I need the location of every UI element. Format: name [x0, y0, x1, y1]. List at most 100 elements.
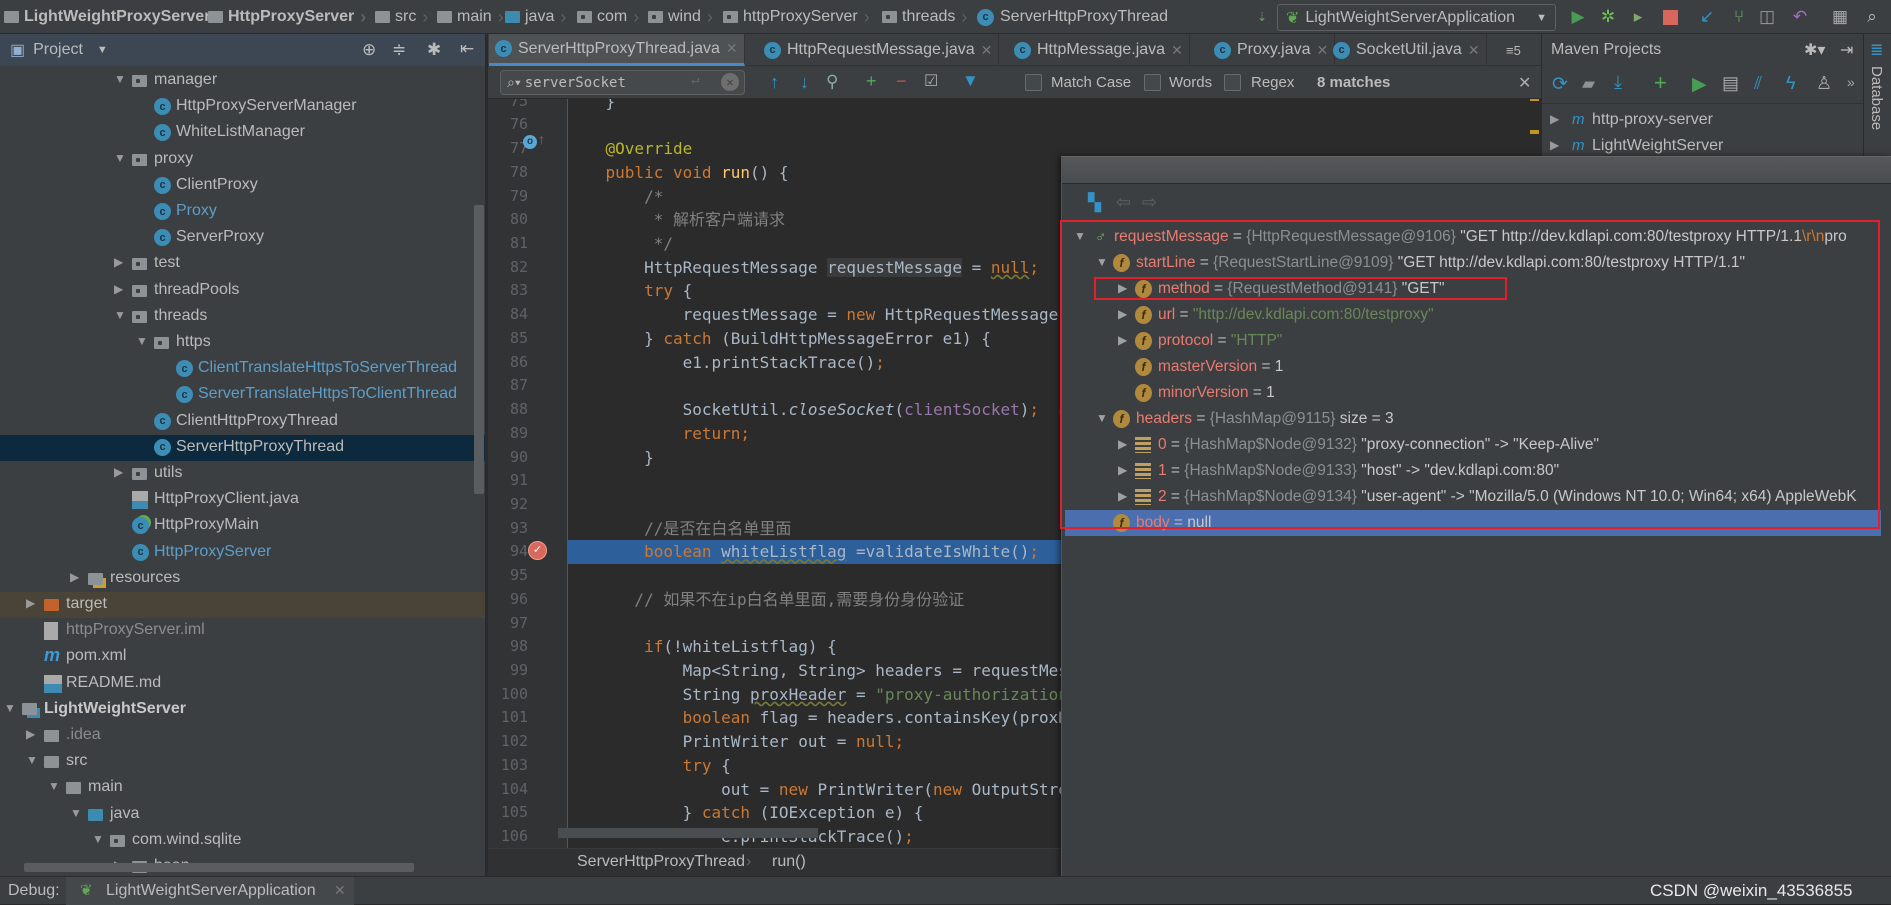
chevron-down-icon[interactable]: ▼	[114, 72, 126, 86]
debug-icon[interactable]: ✲	[1598, 7, 1618, 27]
select-all-occurrences-icon[interactable]: ☑	[924, 71, 938, 91]
chevron-right-icon[interactable]: ▶	[1550, 112, 1559, 126]
breadcrumb-item[interactable]: com ›	[577, 6, 639, 28]
vcs-compare-icon[interactable]: ◫	[1757, 7, 1777, 27]
tree-item[interactable]: c HttpProxyServerManager	[0, 94, 485, 120]
tab-proxy-java[interactable]: c Proxy.java ✕	[1208, 34, 1336, 66]
chevron-right-icon[interactable]: ▶	[26, 727, 35, 741]
breadcrumb-item[interactable]: wind ›	[648, 6, 713, 28]
more-icon[interactable]: »	[1847, 74, 1855, 90]
chevron-down-icon[interactable]: ▼	[48, 779, 60, 793]
remove-selection-icon[interactable]: −	[896, 71, 907, 92]
debug-session-tab[interactable]: ❦ LightWeightServerApplication ✕	[66, 877, 354, 905]
skip-tests-icon[interactable]: ϟ	[1786, 73, 1796, 94]
tree-item[interactable]: ▶ test	[0, 251, 485, 277]
vcs-commit-icon[interactable]: ⑂	[1729, 7, 1749, 27]
search-match-marker[interactable]	[1530, 99, 1539, 101]
execute-goal-icon[interactable]: ▤	[1722, 73, 1739, 94]
run-icon[interactable]: ▶	[1692, 73, 1707, 96]
close-icon[interactable]: ✕	[1468, 42, 1480, 59]
tree-item[interactable]: c ServerTranslateHttpsToClientThread	[0, 382, 485, 408]
chevron-down-icon[interactable]: ▼	[114, 308, 126, 322]
chevron-down-icon[interactable]: ▼	[136, 334, 148, 348]
vertical-scrollbar[interactable]	[474, 205, 484, 494]
tree-item[interactable]: c ClientHttpProxyThread	[0, 409, 485, 435]
tree-item[interactable]: ▼ src	[0, 749, 485, 775]
tree-item[interactable]: ▼ java	[0, 802, 485, 828]
coverage-icon[interactable]: ▸	[1628, 7, 1648, 27]
tree-item[interactable]: HttpProxyClient.java	[0, 487, 485, 513]
horizontal-scrollbar[interactable]	[24, 863, 414, 872]
tree-item[interactable]: ▶ utils	[0, 461, 485, 487]
breadcrumb-item[interactable]: httpProxyServer ›	[723, 6, 870, 28]
toggle-offline-icon[interactable]: ⫽	[1754, 73, 1762, 94]
dependencies-icon[interactable]: ♙	[1816, 73, 1832, 94]
generate-sources-icon[interactable]: ▰	[1582, 74, 1595, 94]
chevron-right-icon[interactable]: ▶	[1550, 138, 1559, 152]
chevron-right-icon[interactable]: ▶	[70, 570, 79, 584]
tree-item[interactable]: c HttpProxyMain	[0, 513, 485, 539]
breakpoint-icon[interactable]: ✓	[528, 541, 547, 560]
next-occurrence-icon[interactable]: ↓	[800, 72, 809, 93]
breadcrumb-item[interactable]: threads ›	[882, 6, 967, 28]
run-configuration-select[interactable]: ❦ LightWeightServerApplication ▼	[1277, 4, 1556, 31]
reimport-icon[interactable]: ⟳	[1552, 73, 1568, 96]
tree-item[interactable]: ▶ .idea	[0, 723, 485, 749]
tree-item[interactable]: ▼ manager	[0, 68, 485, 94]
download-icon[interactable]: ⤓	[1614, 72, 1622, 93]
chevron-down-icon[interactable]: ▼	[70, 806, 82, 820]
add-selection-icon[interactable]: +	[866, 71, 877, 92]
find-all-icon[interactable]: ⚲	[826, 72, 838, 92]
chevron-right-icon[interactable]: ▶	[114, 465, 123, 479]
tree-item[interactable]: m pom.xml	[0, 644, 485, 670]
run-icon[interactable]: ▶	[1568, 7, 1588, 27]
tree-item[interactable]: ▼ LightWeightServer	[0, 697, 485, 723]
tree-item[interactable]: c HttpProxyServer	[0, 540, 485, 566]
tree-item[interactable]: c WhiteListManager	[0, 120, 485, 146]
tab-httpmessage-java[interactable]: c HttpMessage.java ✕	[1008, 34, 1190, 66]
tree-item[interactable]: ▼ threads	[0, 304, 485, 330]
clear-icon[interactable]: ✕	[721, 73, 739, 91]
regex-checkbox[interactable]	[1224, 74, 1241, 91]
breadcrumb-item[interactable]: HttpProxyServer ›	[208, 6, 366, 28]
horizontal-scrollbar[interactable]	[558, 828, 818, 838]
breadcrumb-item[interactable]: LightWeightProxyServer›	[4, 6, 222, 28]
tree-item[interactable]: ▶ threadPools	[0, 278, 485, 304]
tree-item[interactable]: ▼ main	[0, 775, 485, 801]
override-icon[interactable]: o	[523, 135, 537, 149]
chevron-down-icon[interactable]: ▼	[92, 832, 104, 846]
words-checkbox[interactable]	[1144, 74, 1161, 91]
tree-item[interactable]: ▼ https	[0, 330, 485, 356]
search-match-marker[interactable]	[1530, 130, 1539, 134]
chevron-right-icon[interactable]: ▶	[114, 255, 123, 269]
close-icon[interactable]: ✕	[981, 42, 993, 59]
tree-item[interactable]: c Proxy	[0, 199, 485, 225]
breadcrumb-class[interactable]: ServerHttpProxyThread	[577, 853, 745, 871]
tree-item[interactable]: README.md	[0, 671, 485, 697]
tree-item[interactable]: c ServerProxy	[0, 225, 485, 251]
breadcrumb-item[interactable]: src ›	[375, 6, 428, 28]
chevron-down-icon[interactable]: ▼	[114, 151, 126, 165]
tree-item[interactable]: ▶ resources	[0, 566, 485, 592]
gear-icon[interactable]: ✱▾	[1804, 40, 1825, 60]
previous-occurrence-icon[interactable]: ↑	[770, 72, 779, 93]
vcs-update-icon[interactable]: ↙	[1697, 7, 1717, 27]
stop-icon[interactable]	[1660, 7, 1680, 27]
close-icon[interactable]: ✕	[1518, 73, 1531, 93]
breadcrumb-item[interactable]: main ›	[437, 6, 504, 28]
tab-socketutil-java[interactable]: c SocketUtil.java ✕	[1327, 34, 1487, 66]
chevron-down-icon[interactable]: ▼	[4, 701, 16, 715]
project-structure-icon[interactable]: ▦	[1830, 7, 1850, 27]
match-case-checkbox[interactable]	[1025, 74, 1042, 91]
filter-icon[interactable]: ▼	[962, 71, 979, 91]
tree-item[interactable]: httpProxyServer.iml	[0, 618, 485, 644]
tree-item[interactable]: c ServerHttpProxyThread	[0, 434, 485, 461]
tab-httprequestmessage-java[interactable]: c HttpRequestMessage.java ✕	[758, 34, 1000, 66]
breadcrumb-item[interactable]: c ServerHttpProxyThread	[977, 6, 1168, 28]
chevron-down-icon[interactable]: ▼	[26, 753, 38, 767]
tree-item[interactable]: ▶ target	[0, 592, 485, 618]
search-icon[interactable]: ⌕	[1862, 7, 1882, 27]
tab-overflow-button[interactable]: ≡5	[1500, 34, 1527, 66]
add-icon[interactable]: +	[1654, 70, 1667, 96]
tree-item[interactable]: ▼ com.wind.sqlite	[0, 828, 485, 854]
